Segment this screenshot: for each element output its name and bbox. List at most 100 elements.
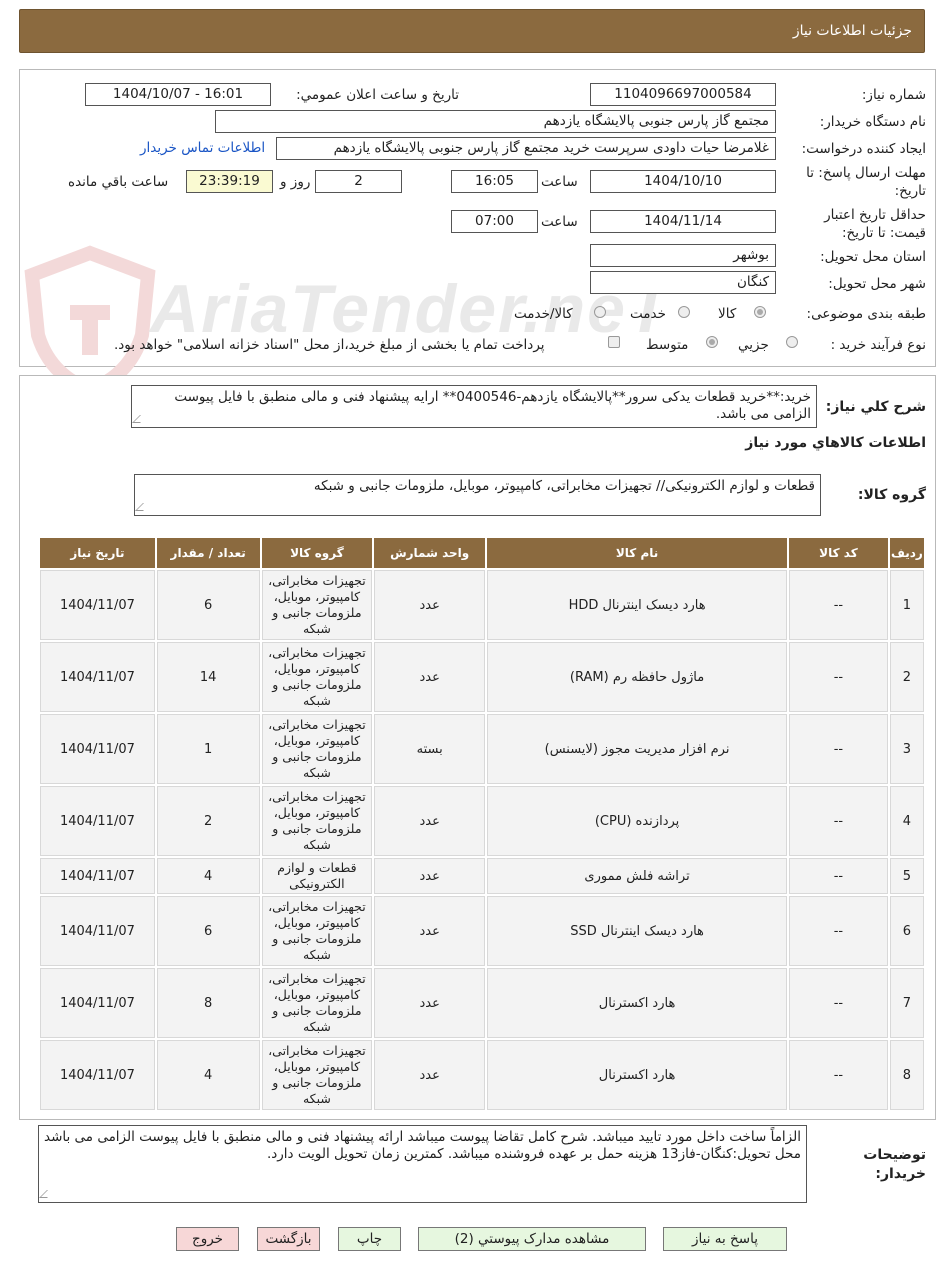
cell-unit: عدد	[374, 968, 486, 1038]
col-date: تاریخ نیاز	[40, 538, 155, 568]
cell-code: --	[789, 570, 888, 640]
table-row: 8 -- هارد اکسترنال عدد تجهیزات مخابراتی، کام…	[40, 1040, 924, 1110]
cell-code: --	[789, 858, 888, 894]
process-option-minor: جزیي	[738, 337, 769, 353]
cell-date: 1404/11/07	[40, 642, 155, 712]
cell-row: 7	[889, 968, 924, 1038]
cell-qty: 6	[156, 570, 260, 640]
validity-date-field: 1404/11/14	[590, 210, 776, 233]
buyer-label: نام دستگاه خریدار:	[819, 114, 926, 130]
col-row: ردیف	[889, 538, 924, 568]
goods-group-label: گروه کالا:	[857, 487, 926, 503]
cell-row: 8	[889, 1040, 924, 1110]
buyer-notes-text: الزاماً ساخت داخل مورد تایید میباشد. شرح…	[43, 1129, 801, 1162]
category-option-goods: کالا	[718, 306, 737, 322]
category-radio-service[interactable]	[678, 306, 690, 318]
cell-date: 1404/11/07	[40, 570, 155, 640]
goods-group-text: قطعات و لوازم الکترونیکی// تجهیزات مخابر…	[313, 478, 815, 494]
cell-date: 1404/11/07	[40, 968, 155, 1038]
process-option-medium: متوسط	[646, 337, 689, 353]
category-option-service: خدمت	[630, 306, 666, 322]
creator-label: ایجاد کننده درخواست:	[801, 141, 926, 157]
announce-field: 1404/10/07 - 16:01	[85, 83, 271, 106]
cell-unit: عدد	[374, 570, 486, 640]
cell-qty: 1	[156, 714, 260, 784]
cell-code: --	[789, 786, 888, 856]
contact-buyer-link[interactable]: اطلاعات تماس خریدار	[140, 140, 265, 156]
cell-name: هارد اکسترنال	[487, 968, 788, 1038]
need-number-label: شماره نیاز:	[861, 87, 926, 103]
creator-field: غلامرضا حیات داودی سرپرست خرید مجتمع گاز…	[276, 137, 776, 160]
cell-row: 5	[889, 858, 924, 894]
watermark-shield-icon	[24, 245, 156, 395]
table-header-row: ردیف کد کالا نام کالا واحد شمارش گروه کا…	[40, 538, 924, 568]
category-radio-goods-service[interactable]	[594, 306, 606, 318]
cell-unit: عدد	[374, 1040, 486, 1110]
days-field: 2	[315, 170, 402, 193]
cell-qty: 8	[156, 968, 260, 1038]
treasury-note: پرداخت تمام یا بخشی از مبلغ خرید،از محل …	[114, 337, 545, 353]
cell-unit: عدد	[374, 858, 486, 894]
cell-row: 2	[889, 642, 924, 712]
cell-date: 1404/11/07	[40, 896, 155, 966]
cell-date: 1404/11/07	[40, 714, 155, 784]
cell-qty: 6	[156, 896, 260, 966]
province-label: استان محل تحویل:	[820, 249, 926, 265]
cell-group: تجهیزات مخابراتی، کامپیوتر، موبایل، ملزو…	[261, 1040, 373, 1110]
cell-code: --	[789, 714, 888, 784]
exit-button[interactable]: خروج	[176, 1227, 239, 1251]
cell-name: هارد دیسک اینترنال SSD	[487, 896, 788, 966]
cell-group: تجهیزات مخابراتی، کامپیوتر، موبایل، ملزو…	[261, 896, 373, 966]
table-row: 3 -- نرم افزار مدیریت مجوز (لایسنس) بسته تجه…	[40, 714, 924, 784]
validity-time-label: ساعت	[541, 214, 578, 230]
cell-code: --	[789, 896, 888, 966]
process-radio-medium[interactable]	[706, 336, 718, 348]
items-table: ردیف کد کالا نام کالا واحد شمارش گروه کا…	[38, 536, 926, 1112]
cell-group: تجهیزات مخابراتی، کامپیوتر، موبایل، ملزو…	[261, 786, 373, 856]
page-title: جزئیات اطلاعات نیاز	[792, 23, 912, 39]
category-label: طبقه بندی موضوعی:	[806, 306, 926, 322]
cell-qty: 4	[156, 858, 260, 894]
category-radio-goods[interactable]	[754, 306, 766, 318]
process-label: نوع فرآیند خرید :	[830, 337, 926, 353]
cell-date: 1404/11/07	[40, 858, 155, 894]
cell-row: 6	[889, 896, 924, 966]
reply-button[interactable]: پاسخ به نیاز	[663, 1227, 787, 1251]
table-row: 5 -- تراشه فلش مموری عدد قطعات و لوازم الکتر…	[40, 858, 924, 894]
deadline-label: مهلت ارسال پاسخ: تا تاریخ:	[806, 165, 926, 199]
remaining-time-field: 23:39:19	[186, 170, 273, 193]
buyer-notes-resize-handle[interactable]	[39, 1190, 55, 1198]
cell-group: تجهیزات مخابراتی، کامپیوتر، موبایل، ملزو…	[261, 570, 373, 640]
items-table-body: 1 -- هارد دیسک اینترنال HDD عدد تجهیزات مخاب…	[40, 570, 924, 1110]
process-radio-minor[interactable]	[786, 336, 798, 348]
attachments-button[interactable]: مشاهده مدارک پیوستي (2)	[418, 1227, 646, 1251]
cell-row: 3	[889, 714, 924, 784]
deadline-time-label: ساعت	[541, 174, 578, 190]
cell-group: تجهیزات مخابراتی، کامپیوتر، موبایل، ملزو…	[261, 714, 373, 784]
table-row: 4 -- پردازنده (CPU) عدد تجهیزات مخابراتی، کا…	[40, 786, 924, 856]
print-button[interactable]: چاپ	[338, 1227, 401, 1251]
cell-name: هارد اکسترنال	[487, 1040, 788, 1110]
goods-group-resize-handle[interactable]	[135, 503, 151, 511]
cell-qty: 4	[156, 1040, 260, 1110]
table-row: 2 -- ماژول حافظه رم (RAM) عدد تجهیزات مخابرا…	[40, 642, 924, 712]
description-resize-handle[interactable]	[132, 415, 148, 423]
cell-name: ماژول حافظه رم (RAM)	[487, 642, 788, 712]
buyer-field: مجتمع گاز پارس جنوبی پالایشگاه یازدهم	[215, 110, 776, 133]
description-label: شرح کلي نیاز:	[825, 399, 926, 415]
cell-date: 1404/11/07	[40, 1040, 155, 1110]
description-text: خرید:**خرید قطعات یدکی سرور**پالایشگاه ی…	[174, 389, 811, 422]
cell-qty: 14	[156, 642, 260, 712]
items-table-container: ردیف کد کالا نام کالا واحد شمارش گروه کا…	[38, 536, 926, 1112]
back-button[interactable]: بازگشت	[257, 1227, 320, 1251]
cell-group: تجهیزات مخابراتی، کامپیوتر، موبایل، ملزو…	[261, 968, 373, 1038]
col-code: کد کالا	[789, 538, 888, 568]
days-label: روز و	[280, 174, 311, 190]
city-label: شهر محل تحویل:	[828, 276, 926, 292]
col-unit: واحد شمارش	[374, 538, 486, 568]
treasury-checkbox[interactable]	[608, 336, 620, 348]
cell-name: پردازنده (CPU)	[487, 786, 788, 856]
goods-section-title: اطلاعات کالاهاي مورد نیاز	[745, 435, 926, 451]
deadline-date-field: 1404/10/10	[590, 170, 776, 193]
goods-group-textarea: قطعات و لوازم الکترونیکی// تجهیزات مخابر…	[134, 474, 821, 516]
